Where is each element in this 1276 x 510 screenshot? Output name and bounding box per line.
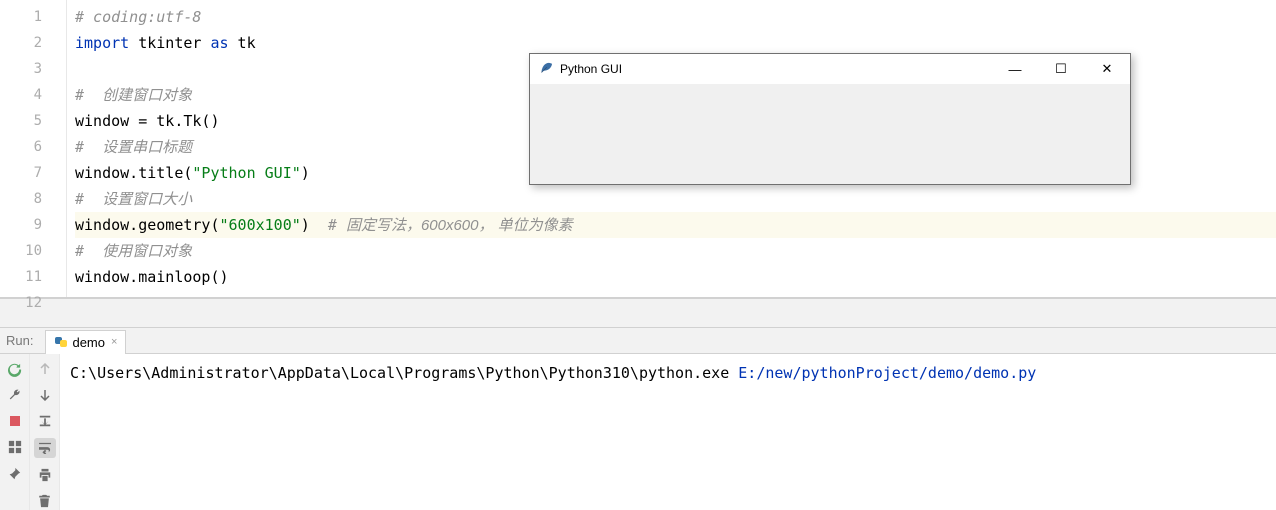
line-number: 6 <box>0 134 66 160</box>
run-toolbar-left <box>0 354 30 510</box>
console-script-path: E:/new/pythonProject/demo/demo.py <box>738 364 1036 382</box>
code-line-11[interactable]: window.mainloop() <box>75 264 1276 290</box>
window-controls: — ☐ ✕ <box>992 54 1130 84</box>
layout-icon[interactable] <box>6 438 24 456</box>
arrow-up-icon[interactable] <box>36 360 54 378</box>
run-label: Run: <box>6 333 33 348</box>
tkinter-app-window[interactable]: Python GUI — ☐ ✕ <box>529 53 1131 185</box>
wrench-icon[interactable] <box>6 386 24 404</box>
console-output[interactable]: C:\Users\Administrator\AppData\Local\Pro… <box>60 354 1276 510</box>
export-icon[interactable] <box>36 412 54 430</box>
close-icon[interactable]: × <box>111 336 117 348</box>
pin-icon[interactable] <box>6 464 24 482</box>
minimize-button[interactable]: — <box>992 54 1038 84</box>
run-toolbar-right <box>30 354 60 510</box>
tkinter-window-title: Python GUI <box>560 62 992 76</box>
tk-feather-icon <box>538 62 552 76</box>
console-exe-path: C:\Users\Administrator\AppData\Local\Pro… <box>70 364 738 382</box>
line-number: 9 <box>0 212 66 238</box>
maximize-button[interactable]: ☐ <box>1038 54 1084 84</box>
line-number: 11 <box>0 264 66 290</box>
tkinter-titlebar[interactable]: Python GUI — ☐ ✕ <box>530 54 1130 84</box>
line-number: 1 <box>0 4 66 30</box>
line-number: 3 <box>0 56 66 82</box>
run-panel-header: Run: demo × <box>0 328 1276 354</box>
code-line-9[interactable]: window.geometry("600x100") # 固定写法，600x60… <box>75 212 1276 238</box>
rerun-icon[interactable] <box>6 360 24 378</box>
close-button[interactable]: ✕ <box>1084 54 1130 84</box>
line-number: 12 <box>0 290 66 316</box>
print-icon[interactable] <box>36 466 54 484</box>
code-line-1[interactable]: # coding:utf-8 <box>75 4 1276 30</box>
line-number: 8 <box>0 186 66 212</box>
run-tab-name: demo <box>72 335 105 350</box>
line-gutter: 1 2 3 4 5 6 7 8 9 10 11 12 <box>0 0 67 297</box>
run-tab-demo[interactable]: demo × <box>45 330 126 354</box>
line-number: 4 <box>0 82 66 108</box>
line-number: 7 <box>0 160 66 186</box>
panel-separator <box>0 298 1276 328</box>
code-line-8[interactable]: # 设置窗口大小 <box>75 186 1276 212</box>
python-icon <box>54 335 68 349</box>
code-line-10[interactable]: # 使用窗口对象 <box>75 238 1276 264</box>
line-number: 10 <box>0 238 66 264</box>
soft-wrap-icon[interactable] <box>34 438 56 458</box>
run-panel: C:\Users\Administrator\AppData\Local\Pro… <box>0 328 1276 510</box>
line-number: 5 <box>0 108 66 134</box>
arrow-down-icon[interactable] <box>36 386 54 404</box>
stop-icon[interactable] <box>6 412 24 430</box>
trash-icon[interactable] <box>36 492 54 510</box>
line-number: 2 <box>0 30 66 56</box>
